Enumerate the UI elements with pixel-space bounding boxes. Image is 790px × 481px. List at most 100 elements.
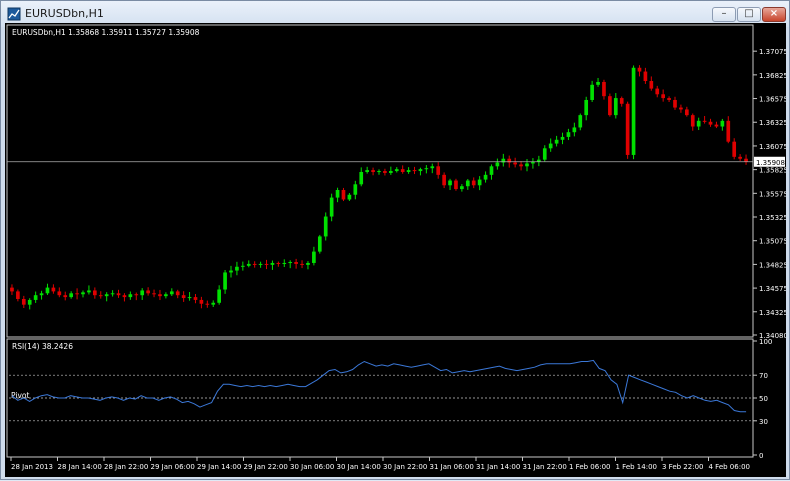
candle[interactable] <box>720 118 725 131</box>
candle[interactable] <box>146 287 150 296</box>
candle[interactable] <box>353 180 358 200</box>
candle[interactable] <box>164 292 168 299</box>
candle[interactable] <box>460 184 464 192</box>
candle[interactable] <box>57 287 62 298</box>
candle[interactable] <box>128 291 133 300</box>
candle[interactable] <box>175 289 180 299</box>
candle[interactable] <box>27 298 32 310</box>
candle[interactable] <box>690 113 695 131</box>
candle[interactable] <box>81 290 85 298</box>
candle[interactable] <box>625 101 630 159</box>
candle[interactable] <box>306 261 310 270</box>
candle[interactable] <box>400 165 405 174</box>
candle[interactable] <box>643 67 648 84</box>
candle[interactable] <box>489 164 494 180</box>
candle[interactable] <box>649 76 654 91</box>
candle[interactable] <box>288 260 293 269</box>
candle[interactable] <box>16 289 20 302</box>
candle[interactable] <box>596 77 600 87</box>
candle[interactable] <box>116 289 121 298</box>
candle[interactable] <box>377 169 381 175</box>
candle[interactable] <box>365 166 369 174</box>
candle[interactable] <box>732 138 737 160</box>
candle[interactable] <box>566 128 571 141</box>
close-button[interactable]: × <box>762 7 786 22</box>
candle[interactable] <box>122 293 127 302</box>
candle[interactable] <box>323 212 328 241</box>
candle[interactable] <box>33 291 38 303</box>
candle[interactable] <box>87 285 91 295</box>
candle[interactable] <box>389 166 393 175</box>
candle[interactable] <box>211 300 216 307</box>
candle[interactable] <box>714 121 719 129</box>
candle[interactable] <box>110 290 115 297</box>
candle[interactable] <box>258 261 263 268</box>
candle[interactable] <box>152 289 156 298</box>
candle[interactable] <box>696 117 701 131</box>
candle[interactable] <box>75 288 79 300</box>
candle[interactable] <box>590 80 594 102</box>
candle[interactable] <box>317 234 322 254</box>
candle[interactable] <box>199 296 204 309</box>
candle[interactable] <box>513 157 517 168</box>
minimize-button[interactable]: – <box>712 7 736 22</box>
candle[interactable] <box>572 122 577 137</box>
candle[interactable] <box>442 172 446 189</box>
candle[interactable] <box>412 166 417 175</box>
candle[interactable] <box>418 167 423 176</box>
candle[interactable] <box>371 167 375 176</box>
candle[interactable] <box>406 167 411 174</box>
candle[interactable] <box>252 261 257 268</box>
candle[interactable] <box>424 165 429 174</box>
candle[interactable] <box>193 294 198 304</box>
candle[interactable] <box>140 288 145 300</box>
candle[interactable] <box>655 85 660 98</box>
candle[interactable] <box>217 285 221 305</box>
candle[interactable] <box>708 118 713 127</box>
candle[interactable] <box>39 290 44 300</box>
candle[interactable] <box>560 132 565 145</box>
candle[interactable] <box>264 259 269 270</box>
candle[interactable] <box>205 300 210 308</box>
candle[interactable] <box>169 288 174 297</box>
candle[interactable] <box>584 96 589 121</box>
candle[interactable] <box>246 260 251 268</box>
candle[interactable] <box>661 89 665 102</box>
candle[interactable] <box>501 153 506 167</box>
candle[interactable] <box>477 176 482 191</box>
candle[interactable] <box>679 104 683 113</box>
candle[interactable] <box>542 145 547 162</box>
candle[interactable] <box>181 291 186 302</box>
candle[interactable] <box>631 65 636 160</box>
candle[interactable] <box>673 96 677 110</box>
candle[interactable] <box>93 287 97 299</box>
candle[interactable] <box>104 292 109 302</box>
candle[interactable] <box>45 283 50 296</box>
candle[interactable] <box>229 265 233 278</box>
candle[interactable] <box>300 260 304 269</box>
candle[interactable] <box>578 113 583 131</box>
candle[interactable] <box>726 116 731 144</box>
candle[interactable] <box>51 284 56 294</box>
candle[interactable] <box>619 96 624 107</box>
candle[interactable] <box>335 187 340 203</box>
candle[interactable] <box>685 106 689 117</box>
candle[interactable] <box>465 178 470 190</box>
candle[interactable] <box>187 292 192 301</box>
candle[interactable] <box>241 261 245 271</box>
candle[interactable] <box>98 291 103 299</box>
candle[interactable] <box>312 246 316 266</box>
candle[interactable] <box>554 135 559 147</box>
candle[interactable] <box>63 291 68 301</box>
chart-svg[interactable]: EURUSDbn,H1 1.35868 1.35911 1.35727 1.35… <box>5 23 788 477</box>
candle[interactable] <box>69 291 73 299</box>
candle[interactable] <box>531 158 535 169</box>
candle[interactable] <box>744 154 748 165</box>
candle[interactable] <box>21 295 26 309</box>
candle[interactable] <box>667 96 671 103</box>
candle[interactable] <box>537 155 541 167</box>
candle[interactable] <box>359 167 364 187</box>
candle[interactable] <box>270 260 275 270</box>
candle[interactable] <box>282 259 287 268</box>
candle[interactable] <box>483 171 488 183</box>
